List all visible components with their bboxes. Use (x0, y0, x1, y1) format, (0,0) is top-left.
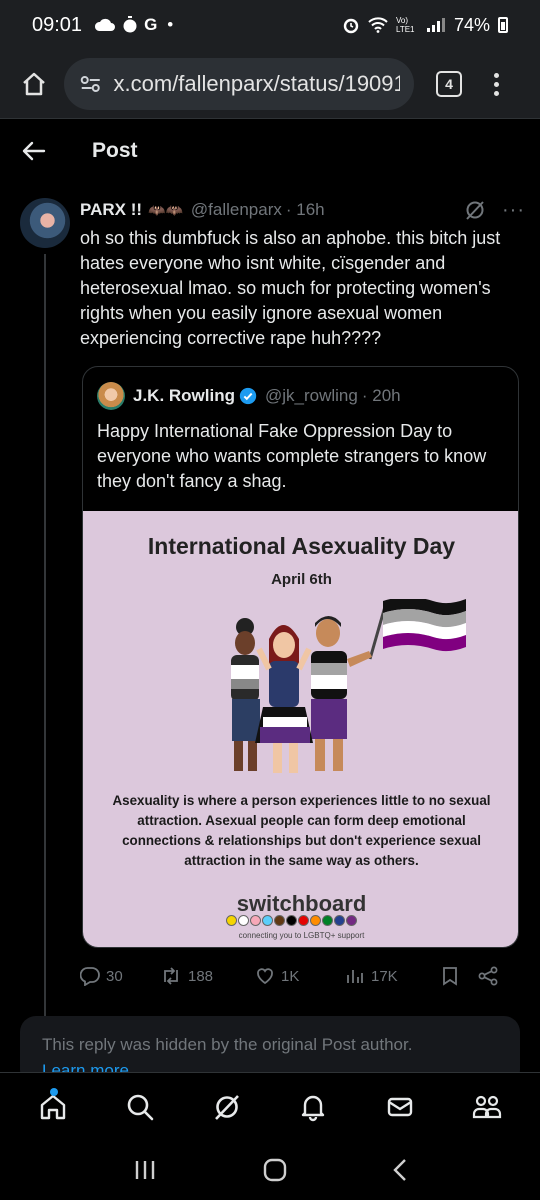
image-date: April 6th (271, 571, 332, 588)
reply-icon (80, 967, 100, 986)
grok-icon[interactable] (464, 199, 486, 221)
author-display-name[interactable]: PARX !! (80, 200, 142, 220)
brand-color-dot (346, 915, 357, 926)
signal-icon (426, 18, 445, 32)
quoted-time: · 20h (361, 386, 401, 405)
nav-notifications[interactable] (288, 1082, 338, 1132)
repost-button[interactable]: 188 (160, 966, 255, 986)
brand-color-dot (274, 915, 285, 926)
bottom-navigation (0, 1072, 540, 1140)
recents-icon[interactable] (132, 1159, 158, 1181)
hidden-reply-text: This reply was hidden by the original Po… (42, 1035, 413, 1054)
like-button[interactable]: 1K (255, 966, 345, 986)
page-title: Post (92, 138, 138, 162)
system-navigation-bar (0, 1140, 540, 1200)
post-actions: 30 188 1K 17K (80, 962, 520, 990)
communities-icon (472, 1095, 501, 1118)
repost-icon (164, 967, 178, 985)
post-header: Post (0, 118, 540, 182)
brand-color-dot (310, 915, 321, 926)
quoted-handle: @jk_rowling (265, 386, 358, 405)
home-icon[interactable] (263, 1158, 287, 1182)
wifi-icon (368, 17, 388, 33)
network-label: Vo) LTE1 (395, 16, 415, 34)
share-icon[interactable] (477, 965, 499, 987)
view-count: 17K (371, 967, 398, 985)
home-icon (23, 72, 45, 96)
reply-button[interactable]: 30 (80, 966, 160, 986)
avatar[interactable] (20, 198, 70, 248)
more-options-icon[interactable]: ··· (502, 199, 525, 222)
tune-icon[interactable] (78, 75, 103, 93)
google-icon: G (144, 15, 158, 34)
alarm-icon (343, 18, 359, 34)
browser-toolbar: x.com/fallenparx/status/19091 4 (0, 50, 540, 118)
quoted-image[interactable]: International Asexuality Day April 6th A… (83, 511, 518, 947)
nav-grok[interactable] (202, 1082, 252, 1132)
search-icon (127, 1094, 154, 1120)
url-text: x.com/fallenparx/status/19091 (113, 71, 400, 96)
quoted-post[interactable]: J.K. Rowling @jk_rowling · 20h Happy Int… (82, 366, 519, 948)
status-dot: • (167, 15, 174, 34)
quoted-text: Happy International Fake Oppression Day … (97, 421, 487, 491)
reply-count: 30 (106, 967, 123, 985)
views-button[interactable]: 17K (345, 966, 435, 986)
author-handle[interactable]: @fallenparx (191, 200, 282, 220)
thread-line (44, 254, 46, 1069)
nav-home[interactable] (28, 1082, 78, 1132)
post-meta-actions: ··· (464, 199, 525, 222)
verified-badge-icon (239, 387, 257, 405)
nav-search[interactable] (115, 1082, 165, 1132)
status-bar: 09:01 G • Vo) LTE1 74% (0, 0, 540, 50)
brand-color-dot (226, 915, 237, 926)
quoted-avatar (97, 382, 125, 410)
battery-percent: 74% (453, 14, 490, 35)
new-posts-dot (50, 1087, 59, 1096)
like-count: 1K (281, 967, 300, 985)
brand-color-dots (226, 915, 357, 926)
brand-color-dot (250, 915, 261, 926)
post-meta: PARX !! 🦇🦇 @fallenparx · 16h ··· (80, 196, 525, 224)
status-system-icons: Vo) LTE1 74% (342, 15, 508, 36)
bookmark-icon[interactable] (441, 966, 459, 986)
notifications-icon (302, 1095, 325, 1121)
brand-color-dot (322, 915, 333, 926)
tab-switcher-button[interactable]: 4 (436, 71, 462, 97)
more-vertical-icon[interactable] (494, 72, 499, 96)
brand-color-dot (238, 915, 249, 926)
post-body: PARX !! 🦇🦇 @fallenparx · 16h ··· oh so t… (80, 196, 525, 351)
brand-tagline: connecting you to LGBTQ+ support (238, 931, 365, 940)
browser-home-button[interactable] (14, 64, 54, 104)
nav-messages[interactable] (375, 1082, 425, 1132)
timer-icon (123, 16, 137, 33)
back-arrow-icon[interactable] (20, 137, 48, 165)
views-icon (347, 970, 363, 983)
cloud-icon (95, 18, 116, 31)
home-icon (41, 1094, 66, 1119)
address-bar[interactable]: x.com/fallenparx/status/19091 (64, 58, 414, 110)
brand-color-dot (298, 915, 309, 926)
brand-logo-text: switchboard (236, 891, 367, 916)
repost-count: 188 (188, 967, 214, 985)
battery-icon (498, 17, 508, 33)
image-description: Asexuality is where a person experiences… (112, 793, 491, 868)
grok-icon (214, 1094, 239, 1120)
nav-communities[interactable] (462, 1082, 512, 1132)
quoted-post-meta: J.K. Rowling @jk_rowling · 20h (83, 367, 518, 411)
bats-emoji-icon: 🦇🦇 (148, 201, 183, 218)
post-text: oh so this dumbfuck is also an aphobe. t… (80, 228, 501, 348)
status-notification-icons: G • (94, 15, 173, 35)
post-time[interactable]: · 16h (286, 200, 325, 220)
illustration-people-with-flag (231, 599, 466, 773)
brand-color-dot (286, 915, 297, 926)
back-icon[interactable] (392, 1158, 408, 1182)
image-title: International Asexuality Day (147, 533, 456, 559)
messages-icon (387, 1097, 413, 1116)
brand-color-dot (262, 915, 273, 926)
status-time: 09:01 (32, 13, 83, 36)
brand-color-dot (334, 915, 345, 926)
quoted-display-name: J.K. Rowling (133, 386, 235, 405)
heart-icon (257, 968, 273, 985)
